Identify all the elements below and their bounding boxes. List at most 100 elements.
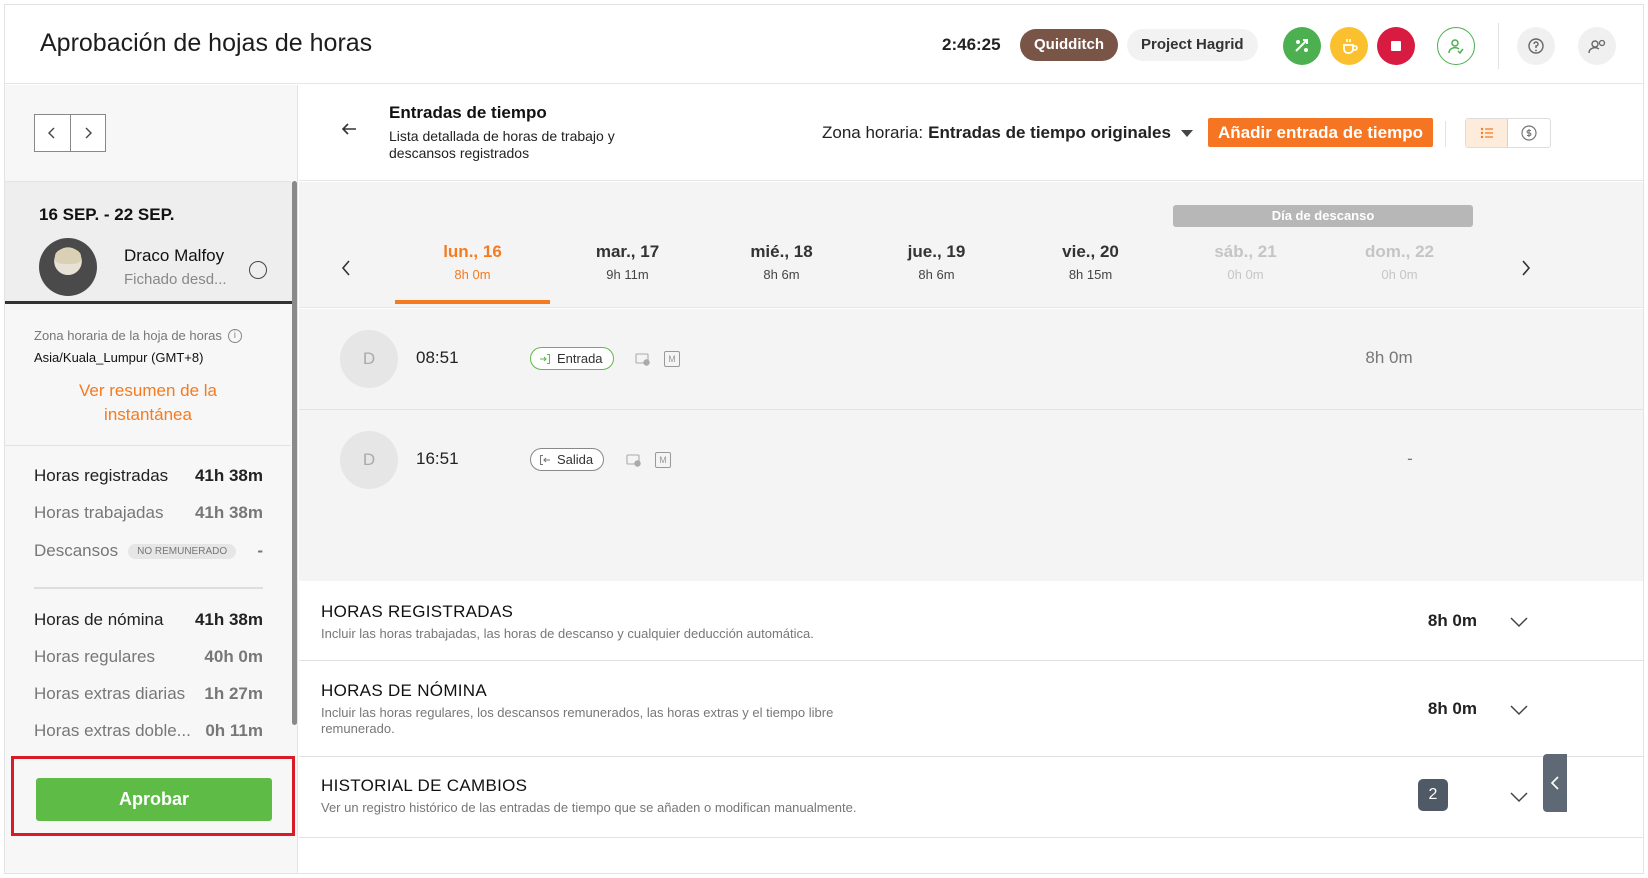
chevron-down-icon[interactable]: [1509, 791, 1529, 803]
stat-payroll-hours: Horas de nómina 41h 38m: [34, 610, 263, 630]
stat-regular-hours: Horas regulares 40h 0m: [34, 647, 263, 667]
entry-duration: 8h 0m: [1365, 348, 1413, 367]
timezone-dropdown[interactable]: Zona horaria: Entradas de tiempo origina…: [822, 123, 1193, 143]
clock-out-tag: Salida: [530, 448, 605, 471]
day-tab-sun[interactable]: dom., 22 0h 0m: [1322, 242, 1477, 282]
running-timer: 2:46:25: [942, 35, 1001, 54]
clock-in-icon: [540, 353, 551, 364]
active-day-indicator: [395, 300, 550, 304]
admin-settings-button[interactable]: [1578, 27, 1616, 65]
chevron-down-icon[interactable]: [1509, 616, 1529, 628]
unpaid-badge: NO REMUNERADO: [128, 544, 237, 559]
timezone-selected: Entradas de tiempo originales: [928, 123, 1171, 142]
day-name: lun., 16: [443, 242, 502, 261]
info-icon[interactable]: i: [227, 328, 242, 343]
snapshot-summary-link[interactable]: Ver resumen de la instantánea: [34, 379, 262, 427]
divider: [34, 587, 263, 589]
user-icon: [1448, 39, 1464, 55]
next-period-button[interactable]: [69, 115, 105, 151]
stat-label: Descansos NO REMUNERADO: [34, 541, 237, 561]
time-entry-row[interactable]: D 16:51 Salida M -: [299, 409, 1643, 509]
header-divider: [1498, 23, 1499, 69]
chevron-left-icon[interactable]: [339, 258, 353, 278]
device-icon: [635, 353, 650, 366]
day-name: mié., 18: [750, 242, 813, 261]
entry-duration: -: [1407, 449, 1413, 468]
divider: [5, 445, 291, 446]
top-header: Aprobación de hojas de horas 2:46:25 Qui…: [5, 5, 1643, 84]
time-entry-row[interactable]: D 08:51 Entrada M 8h 0m: [299, 309, 1643, 409]
stat-label: Horas extras diarias: [34, 684, 186, 703]
day-tab-thu[interactable]: jue., 19 8h 6m: [859, 242, 1014, 282]
dollar-icon: [1521, 125, 1537, 141]
app: Aprobación de hojas de horas 2:46:25 Qui…: [0, 0, 1648, 878]
user-profile-button[interactable]: [1437, 27, 1475, 65]
timezone-value: Asia/Kuala_Lumpur (GMT+8): [34, 350, 204, 365]
add-time-entry-button[interactable]: Añadir entrada de tiempo: [1208, 118, 1433, 147]
stat-value: 40h 0m: [204, 647, 263, 666]
side-panel-toggle[interactable]: [1543, 754, 1567, 812]
timesheet-sidebar: 16 SEP. - 22 SEP. Draco Malfoy Fichado d…: [5, 85, 298, 873]
entry-type: Entrada: [557, 351, 603, 366]
list-view-button[interactable]: [1466, 119, 1509, 147]
day-name: jue., 19: [907, 242, 966, 261]
entry-time: 08:51: [416, 348, 459, 367]
selected-timesheet-card[interactable]: 16 SEP. - 22 SEP. Draco Malfoy Fichado d…: [5, 182, 292, 304]
rest-day-banner: Día de descanso: [1173, 205, 1473, 227]
take-break-button[interactable]: [1330, 27, 1368, 65]
entry-type: Salida: [557, 452, 594, 467]
stat-breaks: Descansos NO REMUNERADO -: [34, 541, 263, 561]
toolbar-divider: [1445, 121, 1446, 147]
day-tab-wed[interactable]: mié., 18 8h 6m: [704, 242, 859, 282]
timezone-label: Zona horaria de la hoja de horas i: [34, 328, 242, 343]
avatar: [39, 238, 97, 296]
stat-value: 41h 38m: [194, 503, 263, 522]
member-status: Fichado desd...: [124, 271, 227, 288]
section-subtitle: Lista detallada de horas de trabajo y de…: [389, 128, 615, 161]
section-total: 8h 0m: [1427, 611, 1477, 630]
period-navigator: [34, 114, 106, 152]
day-name: dom., 22: [1365, 242, 1434, 261]
stat-label: Horas registradas: [34, 466, 169, 485]
entries-toolbar: Entradas de tiempo Lista detallada de ho…: [299, 85, 1643, 181]
project-chip[interactable]: Project Hagrid: [1127, 29, 1258, 61]
day-tab-mon[interactable]: lun., 16 8h 0m: [395, 242, 550, 282]
stop-timer-button[interactable]: [1377, 27, 1415, 65]
day-tab-fri[interactable]: vie., 20 8h 15m: [1013, 242, 1168, 282]
page-title: Aprobación de hojas de horas: [40, 29, 373, 57]
chevron-down-icon[interactable]: [1509, 704, 1529, 716]
change-history-section[interactable]: HISTORIAL DE CAMBIOS Ver un registro his…: [299, 758, 1643, 838]
switch-activity-button[interactable]: [1283, 27, 1321, 65]
day-tab-sat[interactable]: sáb., 21 0h 0m: [1168, 242, 1323, 282]
list-icon: [1480, 127, 1493, 139]
sidebar-scrollbar[interactable]: [292, 181, 297, 725]
manual-indicator: M: [655, 452, 671, 468]
day-tab-tue[interactable]: mar., 17 9h 11m: [550, 242, 705, 282]
entry-avatar: D: [340, 431, 398, 489]
approve-button[interactable]: Aprobar: [36, 778, 272, 821]
day-name: sáb., 21: [1214, 242, 1277, 261]
section-heading: HISTORIAL DE CAMBIOS: [321, 776, 528, 795]
stat-label: Horas trabajadas: [34, 503, 164, 522]
back-arrow-icon[interactable]: [339, 119, 359, 139]
switch-activity-icon: [1295, 39, 1308, 52]
stat-double-overtime: Horas extras doble... 0h 11m: [34, 721, 263, 741]
payroll-hours-section[interactable]: HORAS DE NÓMINA Incluir las horas regula…: [299, 662, 1643, 757]
select-radio[interactable]: [249, 261, 267, 279]
view-toggle: [1465, 118, 1551, 148]
manual-indicator: M: [664, 351, 680, 367]
stat-label: Horas extras doble...: [34, 721, 191, 740]
activity-chip[interactable]: Quidditch: [1020, 29, 1118, 61]
day-hours: 9h 11m: [606, 267, 649, 282]
tracked-hours-section[interactable]: HORAS REGISTRADAS Incluir las horas trab…: [299, 581, 1643, 661]
day-selector: Día de descanso lun., 16 8h 0m mar., 17 …: [299, 182, 1643, 308]
timezone-prefix: Zona horaria:: [822, 123, 924, 142]
entry-avatar: D: [340, 330, 398, 388]
help-button[interactable]: [1517, 27, 1555, 65]
previous-period-button[interactable]: [35, 115, 70, 151]
stat-tracked-hours: Horas registradas 41h 38m: [34, 466, 263, 486]
payroll-view-button[interactable]: [1508, 119, 1550, 147]
chevron-right-icon[interactable]: [1519, 258, 1533, 278]
clock-out-icon: [539, 454, 550, 465]
admin-icon: [1588, 39, 1606, 54]
